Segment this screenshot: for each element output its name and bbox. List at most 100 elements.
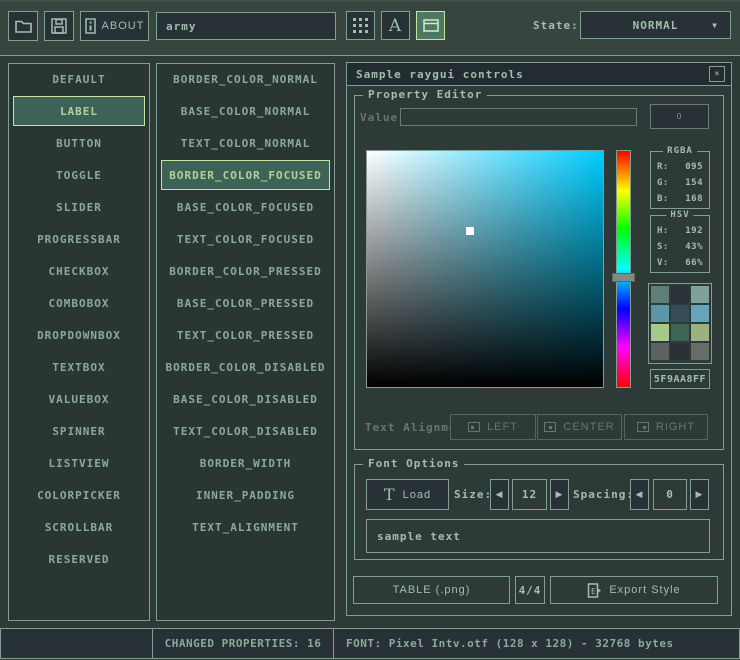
list-item-text_color_normal[interactable]: TEXT_COLOR_NORMAL: [161, 128, 330, 158]
close-button[interactable]: ✕: [709, 66, 725, 82]
list-item-text_color_disabled[interactable]: TEXT_COLOR_DISABLED: [161, 416, 330, 446]
hsv-row-s: S: 43%: [651, 239, 709, 255]
color-swatch[interactable]: [691, 305, 709, 322]
list-item-progressbar[interactable]: PROGRESSBAR: [13, 224, 145, 254]
list-item-listview[interactable]: LISTVIEW: [13, 448, 145, 478]
rgba-row-g: G: 154: [651, 175, 709, 191]
color-swatch[interactable]: [691, 324, 709, 341]
list-item-button[interactable]: BUTTON: [13, 128, 145, 158]
arrow-right-icon: ▶: [696, 489, 704, 500]
color-swatch[interactable]: [671, 324, 689, 341]
color-swatch[interactable]: [671, 343, 689, 360]
list-item-default[interactable]: DEFAULT: [13, 64, 145, 94]
list-item-border_color_disabled[interactable]: BORDER_COLOR_DISABLED: [161, 352, 330, 382]
list-item-valuebox[interactable]: VALUEBOX: [13, 384, 145, 414]
hue-slider[interactable]: [616, 150, 631, 388]
hsv-row-h: H: 192: [651, 223, 709, 239]
color-swatch[interactable]: [691, 343, 709, 360]
list-item-slider[interactable]: SLIDER: [13, 192, 145, 222]
export-pages-valuebox[interactable]: 4/4: [515, 576, 545, 604]
color-swatch[interactable]: [651, 343, 669, 360]
changed-properties-text: CHANGED PROPERTIES: 16: [165, 637, 322, 650]
align-right-button[interactable]: RIGHT: [624, 414, 708, 440]
color-swatch[interactable]: [651, 324, 669, 341]
list-item-base_color_normal[interactable]: BASE_COLOR_NORMAL: [161, 96, 330, 126]
about-button[interactable]: ABOUT: [80, 11, 149, 41]
align-left-button[interactable]: LEFT: [450, 414, 536, 440]
list-item-text_color_focused[interactable]: TEXT_COLOR_FOCUSED: [161, 224, 330, 254]
rguistyler-app: ABOUT A State: NORMAL ▼ DEFAULTLABELBUTT…: [0, 0, 740, 660]
list-item-textbox[interactable]: TEXTBOX: [13, 352, 145, 382]
list-item-toggle[interactable]: TOGGLE: [13, 160, 145, 190]
list-item-border_color_normal[interactable]: BORDER_COLOR_NORMAL: [161, 64, 330, 94]
sample-window-titlebar[interactable]: Sample raygui controls: [346, 62, 732, 86]
color-picker-sv-square[interactable]: [366, 150, 604, 388]
list-item-label[interactable]: LABEL: [13, 96, 145, 126]
hex-value-box[interactable]: 5F9AA8FF: [650, 369, 710, 389]
export-table-format-button[interactable]: TABLE (.png): [353, 576, 510, 604]
state-dropdown[interactable]: NORMAL ▼: [580, 11, 731, 39]
state-label: State:: [533, 11, 579, 40]
spacing-increment-button[interactable]: ▶: [690, 479, 709, 510]
hsv-group: HSV H: 192 S: 43% V: 66%: [650, 215, 710, 273]
value-input[interactable]: [400, 108, 637, 126]
font-load-button[interactable]: T Load: [366, 479, 449, 510]
info-icon: [85, 18, 96, 34]
align-right-label: RIGHT: [656, 421, 695, 433]
edit-mode-font-button[interactable]: A: [381, 11, 410, 40]
open-style-button[interactable]: [8, 11, 38, 41]
list-item-reserved[interactable]: RESERVED: [13, 544, 145, 574]
close-icon: ✕: [714, 69, 719, 79]
color-picker-cursor[interactable]: [466, 227, 474, 235]
g-label: G:: [657, 178, 669, 188]
align-right-icon: [637, 422, 649, 432]
r-label: R:: [657, 162, 669, 172]
b-value: 168: [685, 194, 703, 204]
s-value: 43%: [685, 242, 703, 252]
rgba-group: RGBA R: 095 G: 154 B: 168: [650, 151, 710, 209]
properties-list: BORDER_COLOR_NORMALBASE_COLOR_NORMALTEXT…: [156, 63, 335, 621]
spacing-valuebox[interactable]: 0: [653, 479, 687, 510]
list-item-base_color_disabled[interactable]: BASE_COLOR_DISABLED: [161, 384, 330, 414]
list-item-border_width[interactable]: BORDER_WIDTH: [161, 448, 330, 478]
align-center-button[interactable]: CENTER: [537, 414, 622, 440]
style-name-input[interactable]: [156, 12, 336, 40]
list-item-spinner[interactable]: SPINNER: [13, 416, 145, 446]
list-item-colorpicker[interactable]: COLORPICKER: [13, 480, 145, 510]
list-item-base_color_focused[interactable]: BASE_COLOR_FOCUSED: [161, 192, 330, 222]
list-item-dropdownbox[interactable]: DROPDOWNBOX: [13, 320, 145, 350]
s-label: S:: [657, 242, 669, 252]
export-table-format-label: TABLE (.png): [393, 584, 471, 596]
color-swatch[interactable]: [651, 286, 669, 303]
list-item-text_alignment[interactable]: TEXT_ALIGNMENT: [161, 512, 330, 542]
align-center-icon: [544, 422, 556, 432]
list-item-combobox[interactable]: COMBOBOX: [13, 288, 145, 318]
hue-slider-handle[interactable]: [612, 273, 635, 282]
grid-icon: [353, 18, 368, 33]
list-item-border_color_focused[interactable]: BORDER_COLOR_FOCUSED: [161, 160, 330, 190]
edit-mode-grid-button[interactable]: [346, 11, 375, 40]
color-swatch[interactable]: [671, 305, 689, 322]
rgba-row-r: R: 095: [651, 159, 709, 175]
size-increment-button[interactable]: ▶: [550, 479, 569, 510]
export-style-button[interactable]: E Export Style: [550, 576, 718, 604]
edit-mode-window-button[interactable]: [416, 11, 445, 40]
font-options-group-title: Font Options: [363, 457, 464, 470]
save-style-button[interactable]: [44, 11, 74, 41]
sample-text-box[interactable]: sample text: [366, 519, 710, 553]
value-button[interactable]: 0: [650, 104, 709, 129]
list-item-inner_padding[interactable]: INNER_PADDING: [161, 480, 330, 510]
list-item-border_color_pressed[interactable]: BORDER_COLOR_PRESSED: [161, 256, 330, 286]
list-item-text_color_pressed[interactable]: TEXT_COLOR_PRESSED: [161, 320, 330, 350]
size-valuebox[interactable]: 12: [512, 479, 547, 510]
color-swatch[interactable]: [671, 286, 689, 303]
color-swatch[interactable]: [691, 286, 709, 303]
color-swatch[interactable]: [651, 305, 669, 322]
list-item-scrollbar[interactable]: SCROLLBAR: [13, 512, 145, 542]
list-item-checkbox[interactable]: CHECKBOX: [13, 256, 145, 286]
list-item-base_color_pressed[interactable]: BASE_COLOR_PRESSED: [161, 288, 330, 318]
spacing-decrement-button[interactable]: ◀: [630, 479, 649, 510]
size-decrement-button[interactable]: ◀: [490, 479, 509, 510]
export-pages-value: 4/4: [519, 584, 542, 597]
v-value: 66%: [685, 258, 703, 268]
